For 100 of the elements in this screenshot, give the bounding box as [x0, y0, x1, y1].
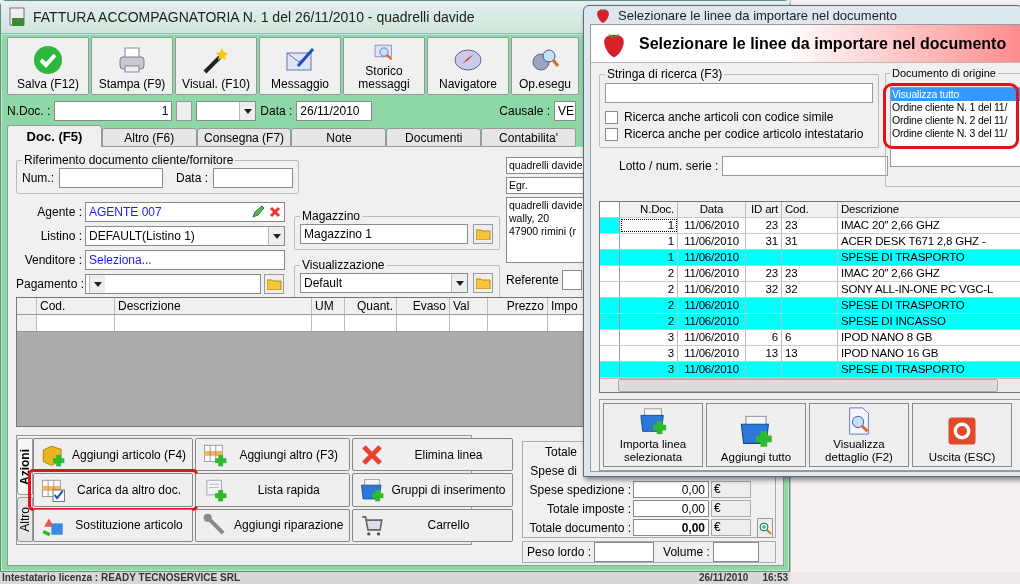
view-dropdown[interactable]: Default	[300, 273, 468, 293]
small-button[interactable]	[176, 101, 193, 121]
folder-button[interactable]	[473, 273, 493, 293]
tab[interactable]: Consegna (F7)	[196, 128, 292, 147]
table-row[interactable]: 1 11/06/2010 SPESE DI TRASPORTO	[600, 250, 1020, 266]
tab[interactable]: Altro (F6)	[101, 128, 197, 147]
toolbar-button[interactable]: Storico messaggi	[343, 37, 425, 95]
volume-field[interactable]	[712, 542, 759, 562]
reference-number-field[interactable]	[59, 168, 163, 188]
toolbar-button[interactable]: Op.esegu	[511, 37, 579, 95]
table-cell: 2	[620, 298, 678, 313]
window-title: FATTURA ACCOMPAGNATORIA N. 1 del 26/11/2010 - quadrelli davide	[33, 9, 475, 25]
action-button[interactable]: Elimina linea	[352, 438, 513, 472]
table-row[interactable]: 1 11/06/2010 31 31 ACER DESK T671 2,8 GHZ -	[600, 234, 1020, 250]
lot-field[interactable]	[722, 156, 889, 176]
date-field[interactable]: 26/11/2010	[296, 101, 373, 121]
table-cell: 11/06/2010	[678, 362, 746, 377]
list-item[interactable]: Ordine cliente N. 1 del 11/	[891, 101, 1020, 114]
column-header: Cod.	[782, 202, 838, 217]
toolbar-button[interactable]: Stampa (F9)	[91, 37, 173, 95]
contact-field[interactable]	[561, 270, 582, 290]
zoom-button[interactable]	[757, 517, 773, 538]
field-label: N.Doc. :	[7, 104, 51, 118]
toolbar-button[interactable]: Salva (F12)	[7, 37, 89, 95]
table-cell: 6	[746, 330, 782, 345]
warehouse-field[interactable]: Magazzino 1	[300, 224, 468, 244]
side-tab[interactable]: Azioni	[17, 438, 33, 496]
series-dropdown[interactable]	[196, 101, 257, 121]
field-label: Peso lordo :	[527, 545, 592, 559]
table-cell: 13	[782, 346, 838, 361]
delete-icon[interactable]	[269, 206, 281, 218]
customer-name-field[interactable]: quadrelli davide	[506, 157, 584, 174]
agent-field[interactable]: AGENTE 007	[85, 202, 285, 222]
table-cell: SPESE DI TRASPORTO	[838, 362, 1020, 377]
folder-button[interactable]	[473, 224, 493, 244]
total-label: Spese spedizione :	[528, 482, 631, 497]
causale-field[interactable]: VE	[554, 101, 576, 121]
action-button[interactable]: Aggiungi altro (F3)	[195, 438, 351, 472]
dialog-button[interactable]: Importa linea selezionata	[603, 403, 703, 467]
caret-icon	[272, 233, 281, 239]
folder-button[interactable]	[264, 274, 284, 294]
table-row[interactable]: 3 11/06/2010 13 13 IPOD NANO 16 GB	[600, 346, 1020, 362]
tab[interactable]: Doc. (F5)	[7, 125, 102, 147]
doc-number-field[interactable]: 1	[54, 101, 173, 121]
action-button[interactable]: Carrello	[352, 508, 513, 542]
table-cell: 32	[746, 282, 782, 297]
price-list-dropdown[interactable]: DEFAULT(Listino 1)	[85, 226, 285, 246]
action-button[interactable]: Sostituzione articolo	[33, 508, 194, 542]
search-option[interactable]: Ricerca anche articoli con codice simile	[605, 110, 834, 124]
table-row[interactable]: 2 11/06/2010 SPESE DI INCASSO	[600, 314, 1020, 330]
checkbox[interactable]	[605, 127, 618, 141]
dialog-button[interactable]: Aggiungi tutto	[706, 403, 806, 467]
payment-dropdown[interactable]	[85, 274, 261, 294]
folder-icon	[475, 277, 491, 289]
table-cell: 2	[620, 266, 678, 281]
tab[interactable]: Contabilita'	[481, 128, 576, 147]
total-field: 0,00	[633, 481, 709, 498]
group-label: Documento di origine	[891, 67, 997, 79]
table-cell: 11/06/2010	[678, 282, 746, 297]
origin-list[interactable]: Visualizza tutto Ordine cliente N. 1 del 11/ Ordine cliente N. 2 del 11/ Ordine cliente N. 3 del 11/	[890, 87, 1020, 167]
column-header: Quant.	[345, 298, 397, 314]
action-button[interactable]: Lista rapida	[195, 473, 351, 507]
table-cell: 11/06/2010	[678, 346, 746, 361]
field-label: Data :	[260, 104, 293, 118]
field-label: Pagamento :	[16, 277, 82, 291]
toolbar-button[interactable]: Messaggio	[259, 37, 341, 95]
table-row[interactable]: 3 11/06/2010 SPESE DI TRASPORTO	[600, 362, 1020, 378]
weight-field[interactable]	[594, 542, 655, 562]
toolbar-button[interactable]: Visual. (F10)	[175, 37, 257, 95]
toolbar-button[interactable]: Navigatore	[427, 37, 509, 95]
grid-check-icon	[40, 477, 66, 503]
action-button[interactable]: Carica da altro doc.	[33, 473, 194, 507]
table-cell: 1	[620, 234, 678, 249]
action-button[interactable]: Aggiungi articolo (F4)	[33, 438, 194, 472]
table-row[interactable]: 3 11/06/2010 6 6 IPOD NANO 8 GB	[600, 330, 1020, 346]
table-row[interactable]: 2 11/06/2010 SPESE DI TRASPORTO	[600, 298, 1020, 314]
table-row[interactable]: 2 11/06/2010 32 32 SONY ALL-IN-ONE PC VGC-L	[600, 282, 1020, 298]
checkbox[interactable]	[605, 110, 618, 124]
dialog-heading: Selezionare le linee da importare nel documento	[639, 34, 1007, 53]
column-header: Cod.	[37, 298, 115, 314]
search-field[interactable]	[605, 83, 873, 103]
dialog-button[interactable]: Visualizza dettaglio (F2)	[809, 403, 909, 467]
dialog-button[interactable]: Uscita (ESC)	[912, 403, 1012, 467]
horizontal-scrollbar[interactable]	[600, 378, 1020, 392]
address-field[interactable]: quadrelli davide wally, 20 47900 rimini (r	[506, 197, 584, 263]
list-item[interactable]: Ordine cliente N. 3 del 11/	[891, 127, 1020, 140]
action-button[interactable]: Gruppi di inserimento	[352, 473, 513, 507]
field-label: Agente :	[36, 205, 82, 219]
side-tab[interactable]: Altro	[17, 497, 33, 542]
tab[interactable]: Documenti	[386, 128, 482, 147]
search-option[interactable]: Ricerca anche per codice articolo intestatario	[605, 127, 864, 141]
tab[interactable]: Note	[291, 128, 387, 147]
table-row[interactable]: 2 11/06/2010 23 23 IMAC 20'' 2,66 GHZ	[600, 266, 1020, 282]
salutation-field[interactable]: Egr.	[506, 177, 584, 194]
seller-field[interactable]: Seleziona...	[85, 250, 285, 270]
table-cell: 3	[620, 362, 678, 377]
action-button[interactable]: Aggiungi riparazione	[195, 508, 351, 542]
reference-date-field[interactable]	[213, 168, 294, 188]
table-row[interactable]: 1 11/06/2010 23 23 IMAC 20'' 2,66 GHZ	[600, 218, 1020, 234]
list-item[interactable]: Ordine cliente N. 2 del 11/	[891, 114, 1020, 127]
